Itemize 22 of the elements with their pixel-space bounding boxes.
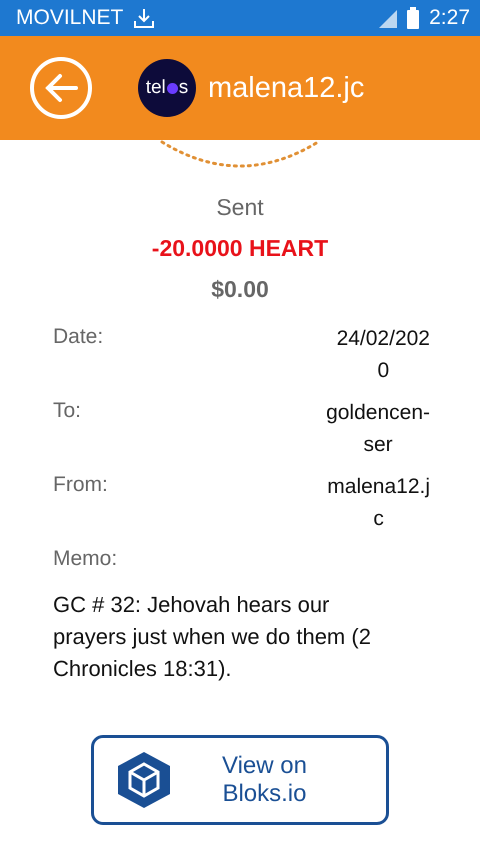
account-title: malena12.jc xyxy=(208,72,364,104)
download-icon xyxy=(133,7,156,29)
back-arrow-icon xyxy=(44,73,78,103)
back-button[interactable] xyxy=(30,57,92,119)
detail-label: To: xyxy=(53,398,82,424)
status-text: Sent xyxy=(216,194,264,221)
detail-value: goldencen- ser xyxy=(326,400,430,458)
detail-value: 24/02/202 0 xyxy=(336,326,430,384)
battery-icon xyxy=(407,7,420,29)
cube-icon xyxy=(116,750,172,810)
fiat-value: $0.00 xyxy=(211,276,269,303)
detail-value: malena12.j c xyxy=(327,474,430,532)
detail-label: Date: xyxy=(53,324,104,350)
memo-label: Memo: xyxy=(53,546,118,571)
logo-badge: tel s xyxy=(138,59,196,117)
carrier-name: MOVILNET xyxy=(16,6,124,30)
memo-text: GC # 32: Jehovah hears our prayers just when we do them (2 Chronicles 18:31). xyxy=(53,591,372,683)
signal-icon xyxy=(377,8,398,28)
amount-text: -20.0000 HEART xyxy=(152,235,328,262)
view-on-bloks-button[interactable]: View on Bloks.io xyxy=(91,735,389,825)
clock-time: 2:27 xyxy=(429,6,470,30)
detail-label: From: xyxy=(53,472,108,498)
